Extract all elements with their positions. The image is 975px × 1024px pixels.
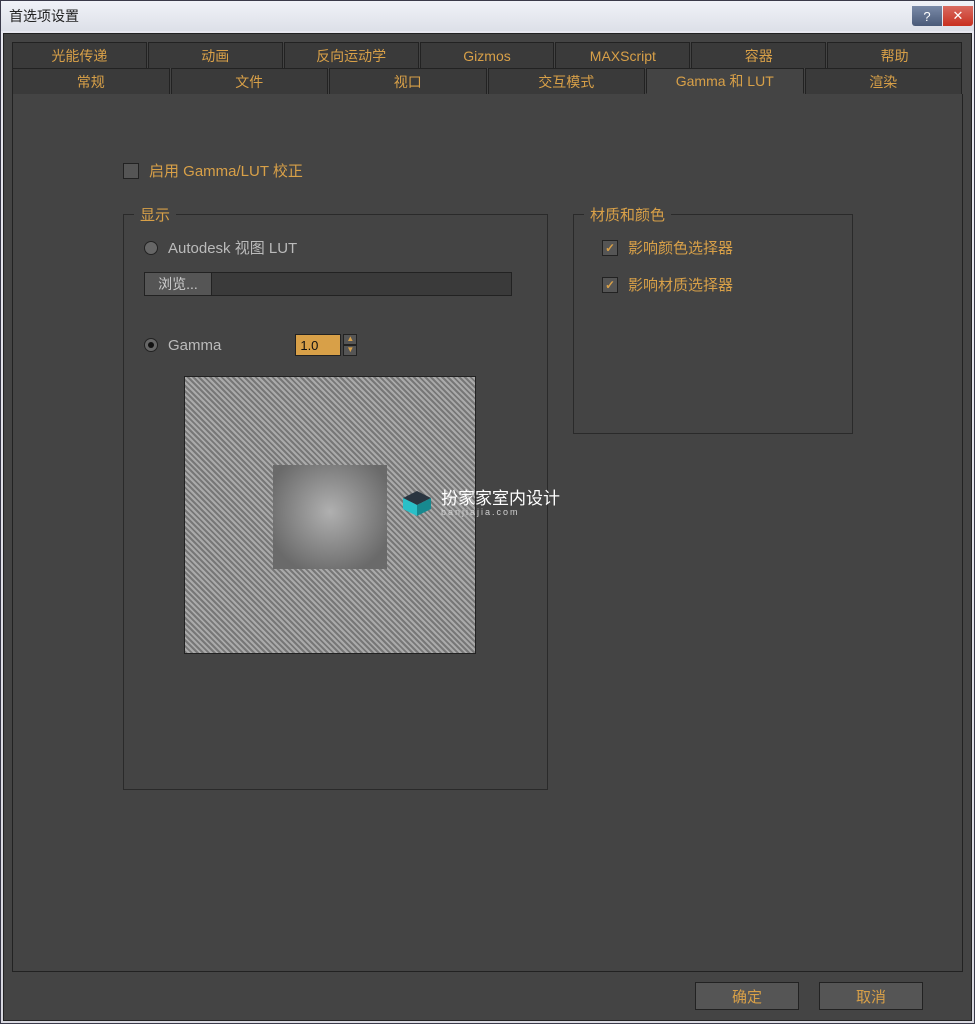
browse-row: 浏览... [144,272,547,296]
window-title: 首选项设置 [9,6,79,26]
tab-radiosity[interactable]: 光能传递 [12,42,147,68]
affect-material-checkbox[interactable] [602,277,618,293]
display-group-title: 显示 [134,204,176,225]
dialog-body: 光能传递 动画 反向运动学 Gizmos MAXScript 容器 帮助 常规 … [3,33,972,1021]
tab-general[interactable]: 常规 [12,68,170,94]
affect-color-label: 影响颜色选择器 [628,237,733,258]
enable-gamma-row: 启用 Gamma/LUT 校正 [123,160,303,181]
tab-animation[interactable]: 动画 [148,42,283,68]
material-colors-title: 材质和颜色 [584,204,671,225]
gamma-radio[interactable] [144,338,158,352]
lut-radio-row: Autodesk 视图 LUT [144,237,547,258]
tab-inverse-kinematics[interactable]: 反向运动学 [284,42,419,68]
lut-radio-label: Autodesk 视图 LUT [168,237,297,258]
gamma-radio-row: Gamma ▲ ▼ [144,334,547,356]
tabs-row-2: 常规 文件 视口 交互模式 Gamma 和 LUT 渲染 [12,68,963,94]
tab-gizmos[interactable]: Gizmos [420,42,555,68]
tab-gamma-lut[interactable]: Gamma 和 LUT [646,68,804,94]
tab-interaction-mode[interactable]: 交互模式 [488,68,646,94]
enable-gamma-label: 启用 Gamma/LUT 校正 [149,160,303,181]
enable-gamma-checkbox[interactable] [123,163,139,179]
gamma-radio-label: Gamma [168,337,221,354]
preferences-window: 首选项设置 ? ✕ 光能传递 动画 反向运动学 Gizmos MAXScript… [0,0,975,1024]
spinner-down-icon[interactable]: ▼ [343,345,357,356]
affect-color-checkbox[interactable] [602,240,618,256]
tab-viewports[interactable]: 视口 [329,68,487,94]
tab-containers[interactable]: 容器 [691,42,826,68]
help-button[interactable]: ? [912,6,942,26]
gamma-preview-swatch [273,465,387,569]
gamma-preview [184,376,476,654]
affect-material-row: 影响材质选择器 [602,274,852,295]
spinner-up-icon[interactable]: ▲ [343,334,357,345]
gamma-value-input[interactable] [295,334,341,356]
dialog-footer: 确定 取消 [12,982,963,1010]
tab-help[interactable]: 帮助 [827,42,962,68]
cancel-button[interactable]: 取消 [819,982,923,1010]
title-bar: 首选项设置 ? ✕ [1,1,974,31]
tab-rendering[interactable]: 渲染 [805,68,963,94]
ok-button[interactable]: 确定 [695,982,799,1010]
tab-maxscript[interactable]: MAXScript [555,42,690,68]
affect-color-row: 影响颜色选择器 [602,237,852,258]
close-button[interactable]: ✕ [943,6,973,26]
material-colors-group: 材质和颜色 影响颜色选择器 影响材质选择器 [573,214,853,434]
gamma-spinner: ▲ ▼ [295,334,357,356]
tabs-row-1: 光能传递 动画 反向运动学 Gizmos MAXScript 容器 帮助 [12,42,963,68]
tab-panel: 启用 Gamma/LUT 校正 显示 Autodesk 视图 LUT 浏览...… [12,94,963,972]
display-group: 显示 Autodesk 视图 LUT 浏览... Gamma ▲ [123,214,548,790]
lut-path-field[interactable] [212,272,512,296]
lut-radio[interactable] [144,241,158,255]
tab-files[interactable]: 文件 [171,68,329,94]
affect-material-label: 影响材质选择器 [628,274,733,295]
browse-button[interactable]: 浏览... [144,272,212,296]
